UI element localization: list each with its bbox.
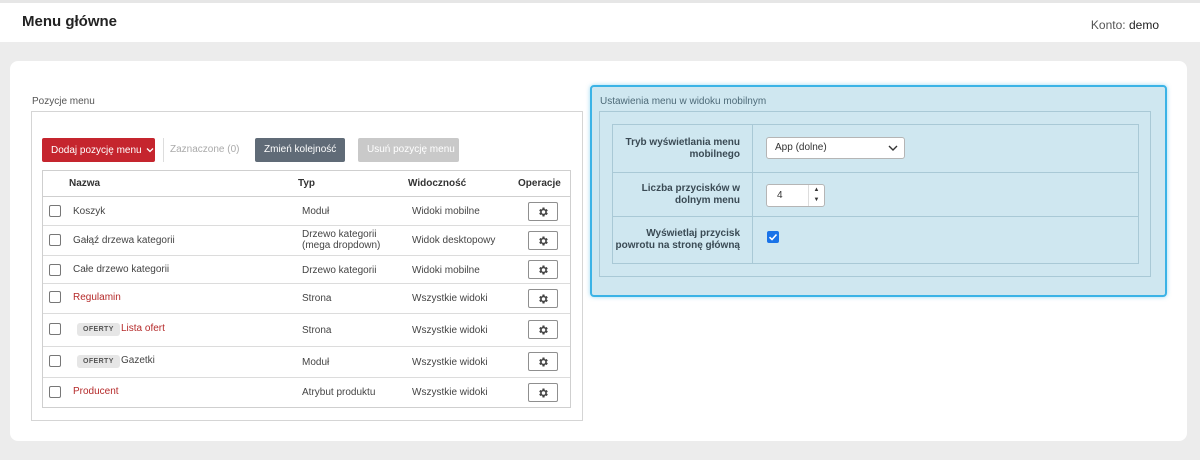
offers-tag: OFERTY [77,355,120,368]
row-visibility: Wszystkie widoki [412,325,488,336]
row-checkbox[interactable] [49,264,61,276]
table-row[interactable]: OFERTY Gazetki Moduł Wszystkie widoki [43,347,570,378]
row-operations-button[interactable] [528,352,558,371]
chevron-down-icon [888,138,898,166]
add-menu-item-label: Dodaj pozycję menu [51,145,142,156]
table-row[interactable]: Producent Atrybut produktu Wszystkie wid… [43,378,570,407]
gear-icon [539,388,548,397]
gear-icon [539,265,548,274]
row-type: Strona [302,293,332,304]
setting-button-count: Liczba przycisków w dolnym menu 4 ▲ ▼ [613,173,1138,217]
mobile-settings-section-title: Ustawienia menu w widoku mobilnym [600,96,767,107]
gear-icon [539,357,548,366]
table-row[interactable]: Koszyk Moduł Widoki mobilne [43,197,570,226]
row-checkbox[interactable] [49,205,61,217]
gear-icon [539,236,548,245]
page-title: Menu główne [22,13,117,30]
gear-icon [539,294,548,303]
row-type: Drzewo kategorii [302,229,377,240]
row-name[interactable]: Regulamin [73,292,121,303]
row-checkbox[interactable] [49,323,61,335]
column-operations: Operacje [518,178,561,189]
gear-icon [539,325,548,334]
row-type: Atrybut produktu [302,387,376,398]
row-operations-button[interactable] [528,260,558,279]
gear-icon [539,207,548,216]
row-name[interactable]: Gazetki [121,355,155,366]
row-operations-button[interactable] [528,320,558,339]
offers-tag: OFERTY [77,323,120,336]
mobile-settings-form: Tryb wyświetlania menu mobilnego App (do… [612,124,1139,264]
top-bar: Menu główne Konto: demo [0,0,1200,42]
column-name[interactable]: Nazwa [69,178,100,189]
row-name[interactable]: Lista ofert [121,323,165,334]
chevron-down-icon [146,138,154,162]
row-checkbox[interactable] [49,355,61,367]
row-name[interactable]: Producent [73,386,119,397]
account-user[interactable]: demo [1129,18,1159,32]
reorder-button[interactable]: Zmień kolejność [255,138,345,162]
row-type: Moduł [302,206,330,217]
display-mode-label: Tryb wyświetlania menu mobilnego [613,125,753,172]
selected-count: Zaznaczone (0) [163,138,239,162]
stepper-down-icon[interactable]: ▼ [809,195,824,205]
row-type-line2: (mega dropdown) [302,240,381,251]
button-count-stepper[interactable]: 4 ▲ ▼ [766,184,825,207]
button-count-value: 4 [777,190,783,201]
row-visibility: Wszystkie widoki [412,357,488,368]
row-visibility: Widoki mobilne [412,265,480,276]
row-name[interactable]: Całe drzewo kategorii [73,264,169,275]
show-home-checkbox[interactable] [767,231,779,243]
setting-display-mode: Tryb wyświetlania menu mobilnego App (do… [613,125,1138,173]
account-info: Konto: demo [1091,18,1159,32]
menu-items-table: Nazwa Typ Widoczność Operacje Koszyk Mod… [42,170,571,408]
row-visibility: Wszystkie widoki [412,293,488,304]
row-operations-button[interactable] [528,383,558,402]
table-row[interactable]: OFERTY Lista ofert Strona Wszystkie wido… [43,314,570,347]
setting-show-home: Wyświetlaj przycisk powrotu na stronę gł… [613,217,1138,263]
menu-items-toolbar: Dodaj pozycję menu Zaznaczone (0) Zmień … [42,138,562,162]
row-checkbox[interactable] [49,234,61,246]
account-label: Konto: [1090,18,1126,32]
row-operations-button[interactable] [528,289,558,308]
stepper-arrows[interactable]: ▲ ▼ [808,185,824,206]
row-operations-button[interactable] [528,202,558,221]
row-type: Strona [302,325,332,336]
row-visibility: Widok desktopowy [412,235,496,246]
button-count-label: Liczba przycisków w dolnym menu [613,173,753,216]
row-checkbox[interactable] [49,386,61,398]
table-row[interactable]: Całe drzewo kategorii Drzewo kategorii W… [43,256,570,284]
menu-items-section-title: Pozycje menu [32,96,95,107]
display-mode-value: App (dolne) [775,142,827,153]
delete-menu-item-button[interactable]: Usuń pozycję menu [358,138,459,162]
row-operations-button[interactable] [528,231,558,250]
add-menu-item-button[interactable]: Dodaj pozycję menu [42,138,155,162]
row-type: Drzewo kategorii [302,265,377,276]
show-home-label: Wyświetlaj przycisk powrotu na stronę gł… [613,217,753,263]
display-mode-select[interactable]: App (dolne) [766,137,905,159]
table-header: Nazwa Typ Widoczność Operacje [43,171,570,197]
column-type[interactable]: Typ [298,178,315,189]
table-row[interactable]: Gałąź drzewa kategorii Drzewo kategorii … [43,226,570,256]
row-checkbox[interactable] [49,291,61,303]
column-visibility[interactable]: Widoczność [408,178,466,189]
table-row[interactable]: Regulamin Strona Wszystkie widoki [43,284,570,314]
checkmark-icon [768,233,778,241]
row-visibility: Widoki mobilne [412,206,480,217]
row-visibility: Wszystkie widoki [412,387,488,398]
stepper-up-icon[interactable]: ▲ [809,185,824,195]
row-name[interactable]: Koszyk [73,206,105,217]
row-type: Moduł [302,357,330,368]
row-name[interactable]: Gałąź drzewa kategorii [73,235,175,246]
